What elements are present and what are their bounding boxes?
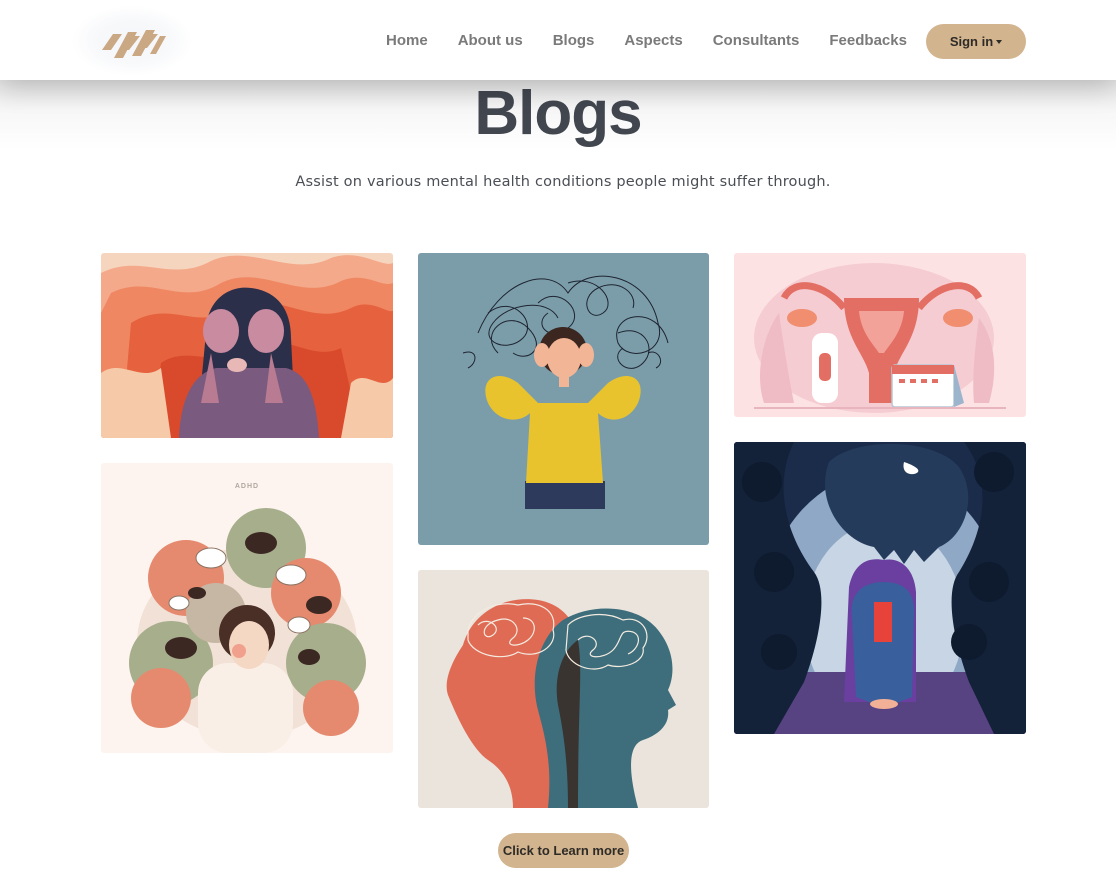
blog-card-distress[interactable] (101, 253, 393, 438)
navbar: Home About us Blogs Aspects Consultants … (0, 0, 1116, 80)
anxious-woman-scribbles-illustration (418, 253, 709, 545)
brand-logo-icon (102, 30, 166, 58)
blog-card-fear[interactable] (734, 442, 1026, 734)
shadow-monsters-illustration (734, 442, 1026, 734)
learn-more-button[interactable]: Click to Learn more (498, 833, 629, 868)
blog-card-brain[interactable] (418, 570, 709, 808)
logo[interactable] (72, 6, 192, 76)
adhd-illustration: ADHD (101, 463, 393, 753)
nav-consultants[interactable]: Consultants (713, 32, 800, 50)
nav-feedbacks[interactable]: Feedbacks (829, 32, 907, 50)
sign-in-button[interactable]: Sign in (926, 24, 1026, 59)
card-caption: ADHD (235, 483, 259, 490)
menstrual-health-illustration (734, 253, 1026, 417)
caret-down-icon (996, 39, 1003, 44)
nav-aspects[interactable]: Aspects (624, 32, 682, 50)
nav-links: Home About us Blogs Aspects Consultants … (386, 32, 937, 50)
nav-blogs[interactable]: Blogs (553, 32, 595, 50)
blog-card-menstrual[interactable] (734, 253, 1026, 417)
dual-heads-brain-illustration (418, 570, 709, 808)
nav-home[interactable]: Home (386, 32, 428, 50)
blog-card-adhd[interactable]: ADHD (101, 463, 393, 753)
page-title: Blogs (474, 79, 642, 148)
distressed-woman-illustration (101, 253, 393, 438)
nav-about-us[interactable]: About us (458, 32, 523, 50)
page-subtitle: Assist on various mental health conditio… (295, 174, 831, 190)
sign-in-label: Sign in (949, 34, 994, 49)
blog-card-anxiety[interactable] (418, 253, 709, 545)
